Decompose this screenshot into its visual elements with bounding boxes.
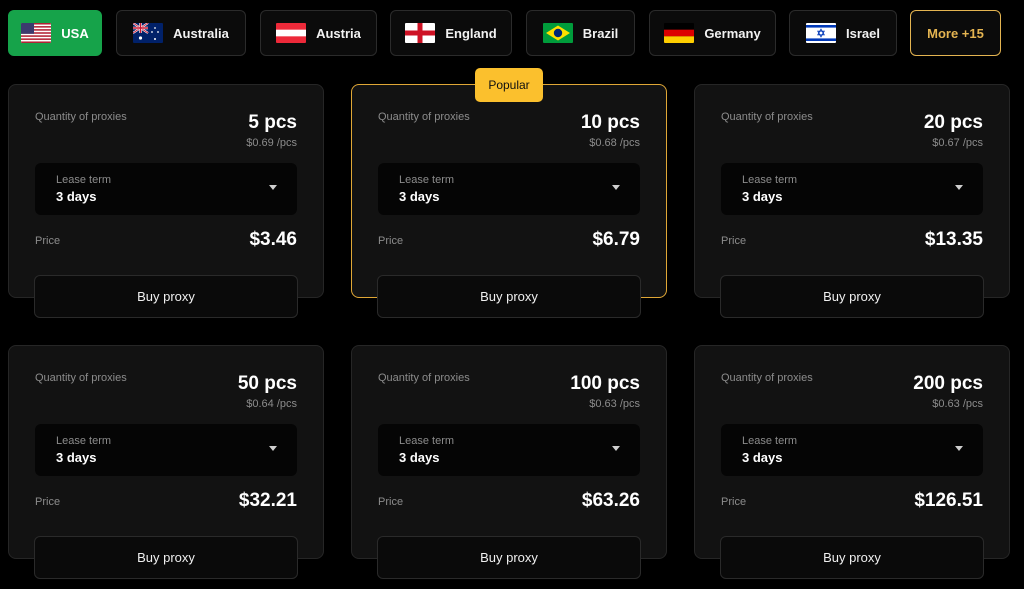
lease-term-value: 3 days bbox=[399, 450, 440, 465]
brazil-flag-icon bbox=[542, 23, 573, 43]
quantity-label: Quantity of proxies bbox=[35, 111, 127, 123]
unit-price: $0.63 /pcs bbox=[932, 398, 983, 410]
buy-proxy-button[interactable]: Buy proxy bbox=[720, 275, 984, 318]
more-label: More +15 bbox=[927, 25, 984, 41]
card-header: Quantity of proxies 50 pcs $0.64 /pcs bbox=[35, 368, 297, 412]
lease-term-value: 3 days bbox=[399, 189, 440, 204]
quantity-label: Quantity of proxies bbox=[721, 111, 813, 123]
usa-flag-icon bbox=[21, 23, 52, 43]
lease-term-select[interactable]: Lease term 3 days bbox=[721, 163, 983, 215]
tab-label: USA bbox=[61, 25, 89, 41]
australia-flag-icon bbox=[133, 23, 164, 43]
tab-austria[interactable]: Austria bbox=[260, 10, 377, 56]
chevron-down-icon bbox=[955, 446, 963, 451]
card-header: Quantity of proxies 100 pcs $0.63 /pcs bbox=[378, 368, 640, 412]
more-countries-button[interactable]: More +15 bbox=[910, 10, 1001, 56]
buy-proxy-button[interactable]: Buy proxy bbox=[377, 275, 641, 318]
price-label: Price bbox=[378, 235, 404, 247]
card-header: Quantity of proxies 5 pcs $0.69 /pcs bbox=[35, 107, 297, 151]
price-value: $6.79 bbox=[592, 229, 640, 250]
lease-term-select[interactable]: Lease term 3 days bbox=[721, 424, 983, 476]
card-header: Quantity of proxies 10 pcs $0.68 /pcs bbox=[378, 107, 640, 151]
quantity-label: Quantity of proxies bbox=[378, 372, 470, 384]
lease-term-select[interactable]: Lease term 3 days bbox=[35, 163, 297, 215]
price-value: $126.51 bbox=[914, 490, 983, 511]
tab-label: Israel bbox=[846, 25, 880, 41]
plan-card-100: Quantity of proxies 100 pcs $0.63 /pcs L… bbox=[351, 345, 667, 559]
unit-price: $0.69 /pcs bbox=[246, 137, 297, 149]
quantity-label: Quantity of proxies bbox=[378, 111, 470, 123]
plan-card-20: Quantity of proxies 20 pcs $0.67 /pcs Le… bbox=[694, 84, 1010, 298]
lease-term-label: Lease term bbox=[399, 174, 455, 186]
tab-germany[interactable]: Germany bbox=[649, 10, 776, 56]
plan-card-50: Quantity of proxies 50 pcs $0.64 /pcs Le… bbox=[8, 345, 324, 559]
lease-term-label: Lease term bbox=[56, 435, 112, 447]
lease-term-value: 3 days bbox=[742, 189, 783, 204]
tab-label: Germany bbox=[704, 25, 761, 41]
tab-england[interactable]: England bbox=[390, 10, 512, 56]
tab-label: England bbox=[445, 25, 497, 41]
england-flag-icon bbox=[405, 23, 436, 43]
tab-israel[interactable]: Israel bbox=[789, 10, 897, 56]
lease-term-select[interactable]: Lease term 3 days bbox=[378, 163, 640, 215]
lease-term-label: Lease term bbox=[742, 174, 798, 186]
price-label: Price bbox=[378, 496, 404, 508]
plan-card-5: Quantity of proxies 5 pcs $0.69 /pcs Lea… bbox=[8, 84, 324, 298]
lease-term-value: 3 days bbox=[56, 450, 97, 465]
lease-term-value: 3 days bbox=[56, 189, 97, 204]
tab-label: Brazil bbox=[582, 25, 619, 41]
chevron-down-icon bbox=[955, 185, 963, 190]
germany-flag-icon bbox=[664, 23, 695, 43]
chevron-down-icon bbox=[612, 185, 620, 190]
lease-term-label: Lease term bbox=[56, 174, 112, 186]
country-tabs: USA Australia Austria England Brazil Ger… bbox=[0, 0, 1024, 60]
lease-term-label: Lease term bbox=[399, 435, 455, 447]
buy-proxy-button[interactable]: Buy proxy bbox=[34, 275, 298, 318]
price-value: $32.21 bbox=[238, 490, 297, 511]
card-header: Quantity of proxies 20 pcs $0.67 /pcs bbox=[721, 107, 983, 151]
tab-usa[interactable]: USA bbox=[8, 10, 102, 56]
buy-proxy-button[interactable]: Buy proxy bbox=[377, 536, 641, 579]
buy-proxy-button[interactable]: Buy proxy bbox=[720, 536, 984, 579]
plan-card-200: Quantity of proxies 200 pcs $0.63 /pcs L… bbox=[694, 345, 1010, 559]
quantity-value: 20 pcs bbox=[923, 112, 983, 133]
quantity-value: 50 pcs bbox=[237, 373, 297, 394]
lease-term-select[interactable]: Lease term 3 days bbox=[35, 424, 297, 476]
chevron-down-icon bbox=[612, 446, 620, 451]
price-value: $3.46 bbox=[249, 229, 297, 250]
unit-price: $0.67 /pcs bbox=[932, 137, 983, 149]
tab-brazil[interactable]: Brazil bbox=[526, 10, 635, 56]
lease-term-value: 3 days bbox=[742, 450, 783, 465]
price-label: Price bbox=[35, 496, 61, 508]
unit-price: $0.64 /pcs bbox=[246, 398, 297, 410]
price-label: Price bbox=[721, 496, 747, 508]
tab-label: Austria bbox=[316, 25, 361, 41]
lease-term-label: Lease term bbox=[742, 435, 798, 447]
popular-badge: Popular bbox=[475, 68, 543, 102]
chevron-down-icon bbox=[269, 185, 277, 190]
quantity-value: 5 pcs bbox=[248, 112, 297, 133]
buy-proxy-button[interactable]: Buy proxy bbox=[34, 536, 298, 579]
unit-price: $0.68 /pcs bbox=[589, 137, 640, 149]
quantity-label: Quantity of proxies bbox=[721, 372, 813, 384]
card-header: Quantity of proxies 200 pcs $0.63 /pcs bbox=[721, 368, 983, 412]
israel-flag-icon bbox=[806, 23, 836, 43]
austria-flag-icon bbox=[276, 23, 307, 43]
price-value: $13.35 bbox=[924, 229, 983, 250]
unit-price: $0.63 /pcs bbox=[589, 398, 640, 410]
chevron-down-icon bbox=[269, 446, 277, 451]
tab-australia[interactable]: Australia bbox=[116, 10, 246, 56]
plan-card-10: Quantity of proxies 10 pcs $0.68 /pcs Le… bbox=[351, 84, 667, 298]
price-label: Price bbox=[721, 235, 747, 247]
quantity-value: 10 pcs bbox=[580, 112, 640, 133]
price-label: Price bbox=[35, 235, 61, 247]
tab-label: Australia bbox=[173, 25, 229, 41]
lease-term-select[interactable]: Lease term 3 days bbox=[378, 424, 640, 476]
quantity-label: Quantity of proxies bbox=[35, 372, 127, 384]
quantity-value: 200 pcs bbox=[913, 373, 983, 394]
price-value: $63.26 bbox=[581, 490, 640, 511]
quantity-value: 100 pcs bbox=[570, 373, 640, 394]
